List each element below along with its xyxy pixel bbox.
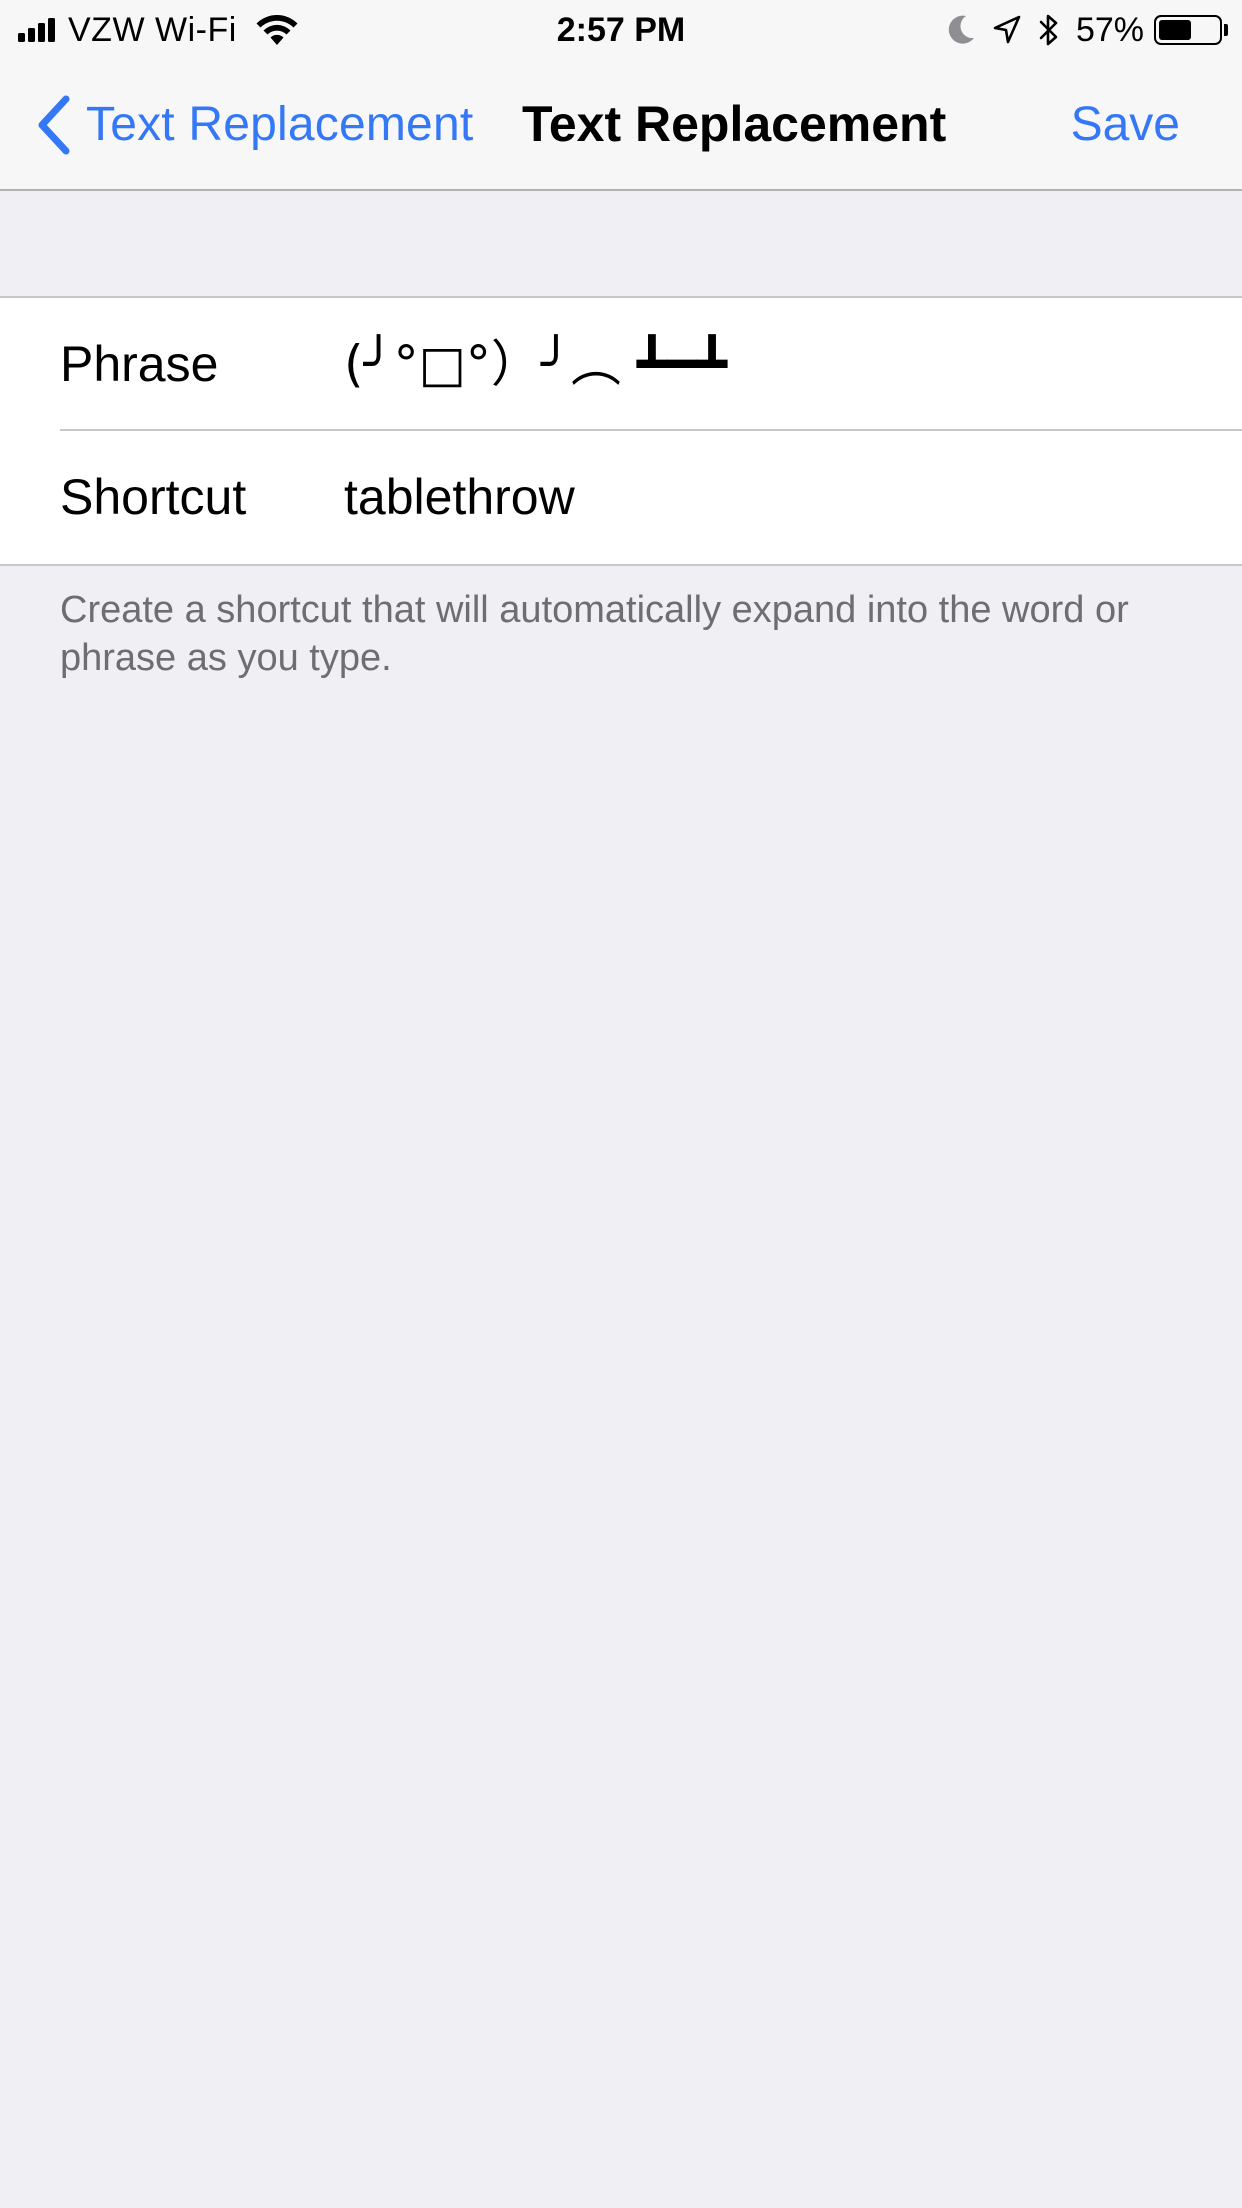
shortcut-field[interactable]: tablethrow <box>344 431 575 564</box>
section-footer-text: Create a shortcut that will automaticall… <box>60 589 1129 679</box>
phrase-row[interactable]: Phrase (╯°□°）╯︵ ┻━┻ <box>0 298 1242 431</box>
status-bar: VZW Wi-Fi 2:57 PM 57% <box>0 0 1242 60</box>
shortcut-row[interactable]: Shortcut tablethrow <box>0 431 1242 564</box>
status-right: 57% <box>946 0 1228 60</box>
save-button[interactable]: Save <box>1071 60 1180 189</box>
moon-icon <box>948 15 974 44</box>
back-label: Text Replacement <box>86 98 474 151</box>
bluetooth-icon <box>1039 14 1058 46</box>
navigation-bar: Text Replacement Text Replacement Save <box>0 60 1242 191</box>
battery-nub <box>1224 24 1228 36</box>
shortcut-label: Shortcut <box>60 469 247 525</box>
chevron-left-icon <box>38 95 70 154</box>
battery-icon <box>1154 15 1222 45</box>
location-arrow-icon <box>993 15 1021 44</box>
phrase-label: Phrase <box>60 336 219 392</box>
page-title: Text Replacement <box>522 96 947 152</box>
back-button[interactable]: Text Replacement <box>36 60 473 189</box>
phrase-field[interactable]: (╯°□°）╯︵ ┻━┻ <box>344 298 727 431</box>
battery-fill <box>1159 20 1191 40</box>
text-replacement-form: Phrase (╯°□°）╯︵ ┻━┻ Shortcut tablethrow <box>0 296 1242 566</box>
battery-percent: 57% <box>1075 10 1144 49</box>
